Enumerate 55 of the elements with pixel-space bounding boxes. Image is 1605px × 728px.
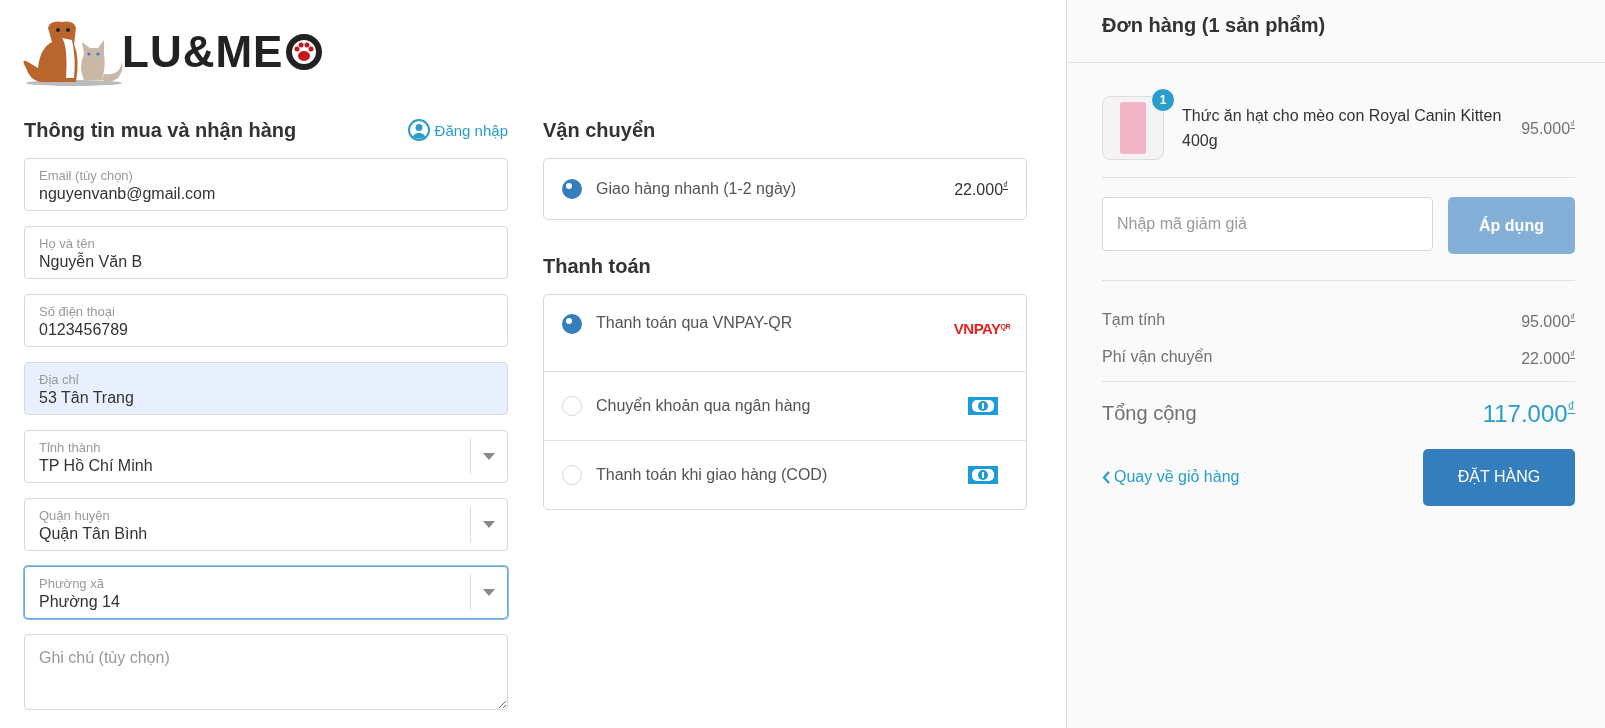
banknote-icon xyxy=(968,396,998,416)
field-label: Email (tùy chọn) xyxy=(39,168,133,184)
field-value: 0123456789 xyxy=(39,320,128,340)
field-value: Nguyễn Văn B xyxy=(39,252,143,272)
product-price: 95.000$^{₫}$ xyxy=(1521,118,1575,138)
summary-value: 95.000$^{₫}$ xyxy=(1521,311,1575,331)
field-label: Họ và tên xyxy=(39,236,95,252)
caret-icon xyxy=(483,453,495,460)
quantity-badge: 1 xyxy=(1151,88,1175,112)
summary-label: Phí vận chuyển xyxy=(1102,347,1213,367)
summary-label: Tạm tính xyxy=(1102,311,1166,330)
banknote-icon xyxy=(968,465,998,485)
field-value: TP Hồ Chí Minh xyxy=(39,456,153,476)
summary-value: 22.000$^{₫}$ xyxy=(1521,347,1575,368)
field-value: Phường 14 xyxy=(39,592,120,612)
field-value: nguyenvanb@gmail.com xyxy=(39,184,216,204)
payment-logo: VNPAY$^{QR}$ xyxy=(953,320,1010,337)
field-value: 53 Tân Trang xyxy=(39,388,134,408)
select-field[interactable]: Phường xã Phường 14 xyxy=(24,566,508,619)
user-icon xyxy=(407,119,430,141)
caret-icon xyxy=(483,521,495,528)
total-label: Tổng cộng xyxy=(1102,402,1197,426)
radio-button[interactable] xyxy=(562,179,582,199)
field-label: Địa chỉ xyxy=(39,372,79,388)
option-label: Thanh toán khi giao hàng (COD) xyxy=(596,466,829,484)
section-title: Vận chuyển xyxy=(543,118,657,143)
product-name: Thức ăn hạt cho mèo con Royal Canin Kitten 400g xyxy=(1182,106,1503,151)
chevron-left-icon xyxy=(1102,470,1110,484)
brand-logo-text: LU&ME xyxy=(122,27,284,77)
photo-placeholder xyxy=(1120,102,1146,154)
option-label: Chuyển khoản qua ngân hàng xyxy=(596,397,812,415)
option-price: 22.000$^{₫}$ xyxy=(954,179,1008,199)
option-label: Giao hàng nhanh (1-2 ngày) xyxy=(596,180,798,198)
input-field[interactable]: Email (tùy chọn) nguyenvanb@gmail.com xyxy=(24,158,508,211)
field-label: Tỉnh thành xyxy=(39,440,101,456)
field-label: Quận huyện xyxy=(39,508,110,524)
radio-button[interactable] xyxy=(562,314,582,334)
field-label: Phường xã xyxy=(39,576,104,592)
total-value: 117.000$^{₫}$ xyxy=(1482,399,1575,429)
input-field[interactable]: Địa chỉ 53 Tân Trang xyxy=(24,362,508,415)
select-field[interactable]: Tỉnh thành TP Hồ Chí Minh xyxy=(24,430,508,483)
paw-icon xyxy=(285,33,324,71)
input-field[interactable]: Họ và tên Nguyễn Văn B xyxy=(24,226,508,279)
field-label: Số điện thoại xyxy=(39,304,115,320)
coupon-field[interactable]: Nhập mã giảm giá xyxy=(1102,197,1433,251)
option-label: Thanh toán qua VNPAY-QR xyxy=(596,314,794,332)
select-field[interactable]: Quận huyện Quận Tân Bình xyxy=(24,498,508,551)
caret-icon xyxy=(483,589,495,596)
field-value: Quận Tân Bình xyxy=(39,524,148,544)
order-title: Đơn hàng (1 sản phẩm) xyxy=(1067,0,1605,63)
place-order-button[interactable]: ĐẶT HÀNG xyxy=(1423,448,1575,506)
section-title: Thanh toán xyxy=(543,254,652,279)
section-title: Thông tin mua và nhận hàng xyxy=(24,118,297,142)
note-field[interactable]: Ghi chú (tùy chọn) xyxy=(24,634,508,710)
input-field[interactable]: Số điện thoại 0123456789 xyxy=(24,294,508,347)
